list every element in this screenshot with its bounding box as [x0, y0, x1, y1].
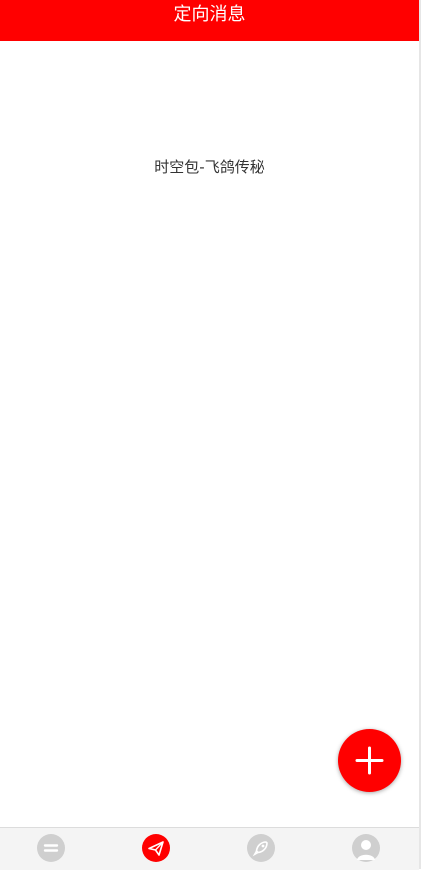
plus-icon [355, 746, 384, 775]
tab-2[interactable] [105, 828, 209, 870]
tab-3[interactable] [210, 828, 314, 870]
equals-circle-icon [37, 834, 65, 862]
directed-message-text[interactable]: 时空包-飞鸽传秘 [0, 156, 419, 177]
page-title: 定向消息 [0, 0, 419, 41]
paper-plane-icon [142, 834, 170, 862]
rocket-icon [247, 834, 275, 862]
bottom-tab-bar [0, 827, 419, 870]
add-message-button[interactable] [338, 729, 401, 792]
tab-1[interactable] [0, 828, 104, 870]
tab-4[interactable] [315, 828, 419, 870]
user-avatar-icon [352, 834, 380, 862]
